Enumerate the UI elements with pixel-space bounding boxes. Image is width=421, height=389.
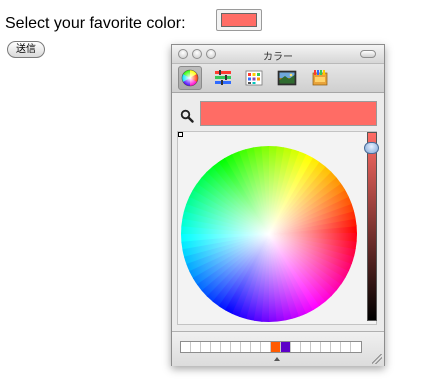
swatch-cell[interactable]: [211, 342, 221, 352]
color-sliders-tool[interactable]: [211, 66, 235, 90]
color-prompt-label: Select your favorite color:: [5, 15, 186, 32]
swatch-cell[interactable]: [221, 342, 231, 352]
color-wheel-area: [177, 131, 379, 325]
magnifier-icon[interactable]: [180, 109, 194, 123]
color-panel-toolbar: [172, 64, 384, 93]
swatch-cell[interactable]: [191, 342, 201, 352]
swatch-cell[interactable]: [261, 342, 271, 352]
page: Select your favorite color: 送信 カラー: [0, 0, 421, 389]
swatch-cell[interactable]: [331, 342, 341, 352]
toolbar-toggle-button[interactable]: [360, 50, 376, 58]
brightness-slider[interactable]: [364, 132, 379, 321]
color-wheel-tool[interactable]: [178, 66, 202, 90]
color-panel-titlebar[interactable]: カラー: [172, 45, 384, 64]
swatch-cell[interactable]: [341, 342, 351, 352]
swatch-cell[interactable]: [231, 342, 241, 352]
swatch-cell[interactable]: [301, 342, 311, 352]
brightness-slider-knob[interactable]: [364, 141, 379, 154]
color-panel-window: カラー: [171, 44, 385, 366]
resize-grip-icon[interactable]: [372, 354, 382, 364]
color-panel-title: カラー: [263, 52, 293, 63]
color-palettes-tool-icon: [245, 70, 263, 86]
swatch-cell[interactable]: [241, 342, 251, 352]
crayons-tool-icon: [312, 70, 328, 86]
crayons-tool[interactable]: [308, 66, 332, 90]
swatch-cell[interactable]: [251, 342, 261, 352]
color-wheel-tool-icon: [181, 69, 199, 87]
color-swatch-drawer: [172, 331, 384, 366]
image-palettes-tool[interactable]: [274, 66, 298, 90]
color-sliders-tool-icon: [215, 70, 231, 85]
image-palettes-tool-icon: [277, 70, 297, 86]
color-wheel[interactable]: [179, 144, 359, 324]
swatch-cell[interactable]: [281, 342, 291, 352]
color-input-well[interactable]: [216, 9, 262, 31]
swatch-cell[interactable]: [291, 342, 301, 352]
swatch-cell[interactable]: [351, 342, 361, 352]
swatch-cell[interactable]: [271, 342, 281, 352]
color-palettes-tool[interactable]: [242, 66, 266, 90]
submit-button[interactable]: 送信: [7, 41, 45, 58]
drawer-handle-icon[interactable]: [274, 357, 280, 361]
current-color-swatch[interactable]: [200, 101, 377, 126]
saved-swatches: [180, 341, 362, 353]
swatch-cell[interactable]: [311, 342, 321, 352]
swatch-cell[interactable]: [201, 342, 211, 352]
selected-color-swatch: [221, 13, 257, 27]
swatch-cell[interactable]: [181, 342, 191, 352]
swatch-cell[interactable]: [321, 342, 331, 352]
wheel-selection-marker[interactable]: [178, 132, 183, 137]
